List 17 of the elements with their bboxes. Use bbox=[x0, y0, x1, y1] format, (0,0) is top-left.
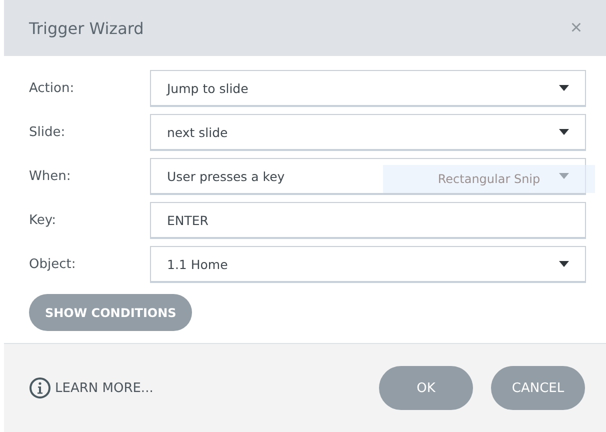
field-label: Key: bbox=[29, 212, 58, 228]
field-label: When: bbox=[29, 168, 72, 184]
info-icon bbox=[29, 377, 51, 399]
field-label: Object: bbox=[29, 256, 77, 272]
dropdown-field[interactable]: next slide bbox=[150, 114, 586, 150]
caret-icon bbox=[559, 173, 569, 179]
dropdown-field[interactable]: 1.1 Home bbox=[150, 246, 586, 282]
caret-icon bbox=[559, 129, 569, 135]
learn-more-link[interactable]: LEARN MORE... bbox=[29, 377, 154, 399]
input-field[interactable]: ENTER bbox=[150, 202, 586, 238]
dropdown-field[interactable]: Jump to slide bbox=[150, 70, 586, 106]
caret-icon bbox=[559, 85, 569, 91]
caret-icon bbox=[559, 261, 569, 267]
field-label: Action: bbox=[29, 80, 76, 96]
field-label: Slide: bbox=[29, 124, 66, 140]
tooltip: Rectangular Snip bbox=[383, 165, 595, 193]
window-title: Trigger Wizard bbox=[29, 18, 144, 38]
